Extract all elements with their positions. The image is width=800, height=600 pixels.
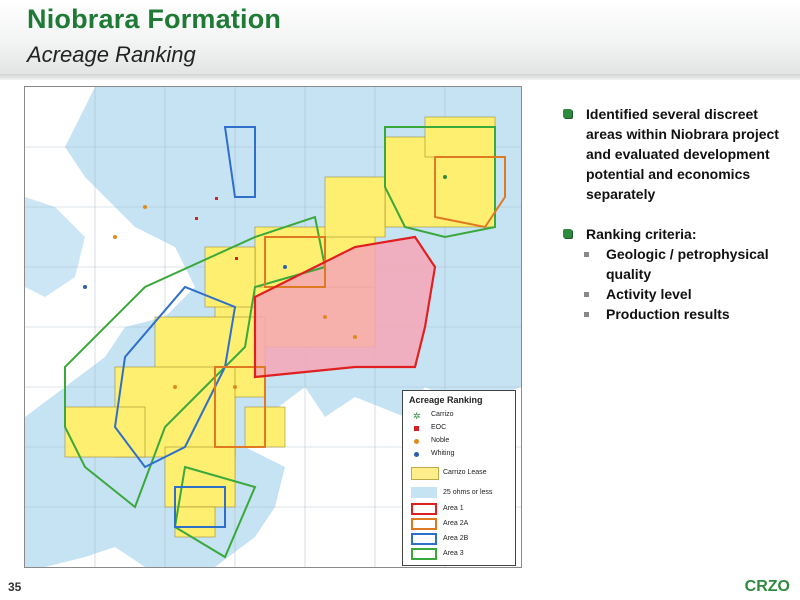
- area-2a-swatch: [411, 518, 437, 530]
- sub-bullet-icon: [584, 252, 589, 257]
- sub-bullet-icon: [584, 312, 589, 317]
- page-number: 35: [8, 580, 22, 594]
- slide-subtitle: Acreage Ranking: [27, 42, 196, 67]
- legend-title: Acreage Ranking: [409, 395, 483, 405]
- bullet-list: Identified several discreet areas within…: [560, 104, 780, 324]
- brand-logo: CRZO: [744, 578, 790, 595]
- area-1-swatch: [411, 503, 437, 515]
- area-3-swatch: [411, 548, 437, 560]
- acreage-ranking-legend: Acreage Ranking ✲ Carrizo EOC Noble Whit…: [402, 390, 516, 566]
- bullet-square-icon: [563, 109, 572, 118]
- slide-title: Niobrara Formation: [27, 4, 282, 34]
- circle-icon: [414, 452, 419, 457]
- square-icon: [414, 426, 419, 431]
- sub-bullet-item: Geologic / petrophysical quality: [560, 244, 780, 284]
- area-2b-swatch: [411, 533, 437, 545]
- sun-icon: ✲: [413, 411, 421, 421]
- sub-bullet-icon: [584, 292, 589, 297]
- lease-swatch: [411, 467, 439, 480]
- bullet-item: Identified several discreet areas within…: [560, 104, 780, 204]
- sub-bullet-item: Production results: [560, 304, 780, 324]
- bullet-square-icon: [563, 229, 572, 238]
- resistivity-swatch: [411, 487, 437, 498]
- bullet-item: Ranking criteria:: [560, 224, 780, 244]
- sub-bullet-item: Activity level: [560, 284, 780, 304]
- header-divider: [0, 74, 800, 80]
- circle-icon: [414, 439, 419, 444]
